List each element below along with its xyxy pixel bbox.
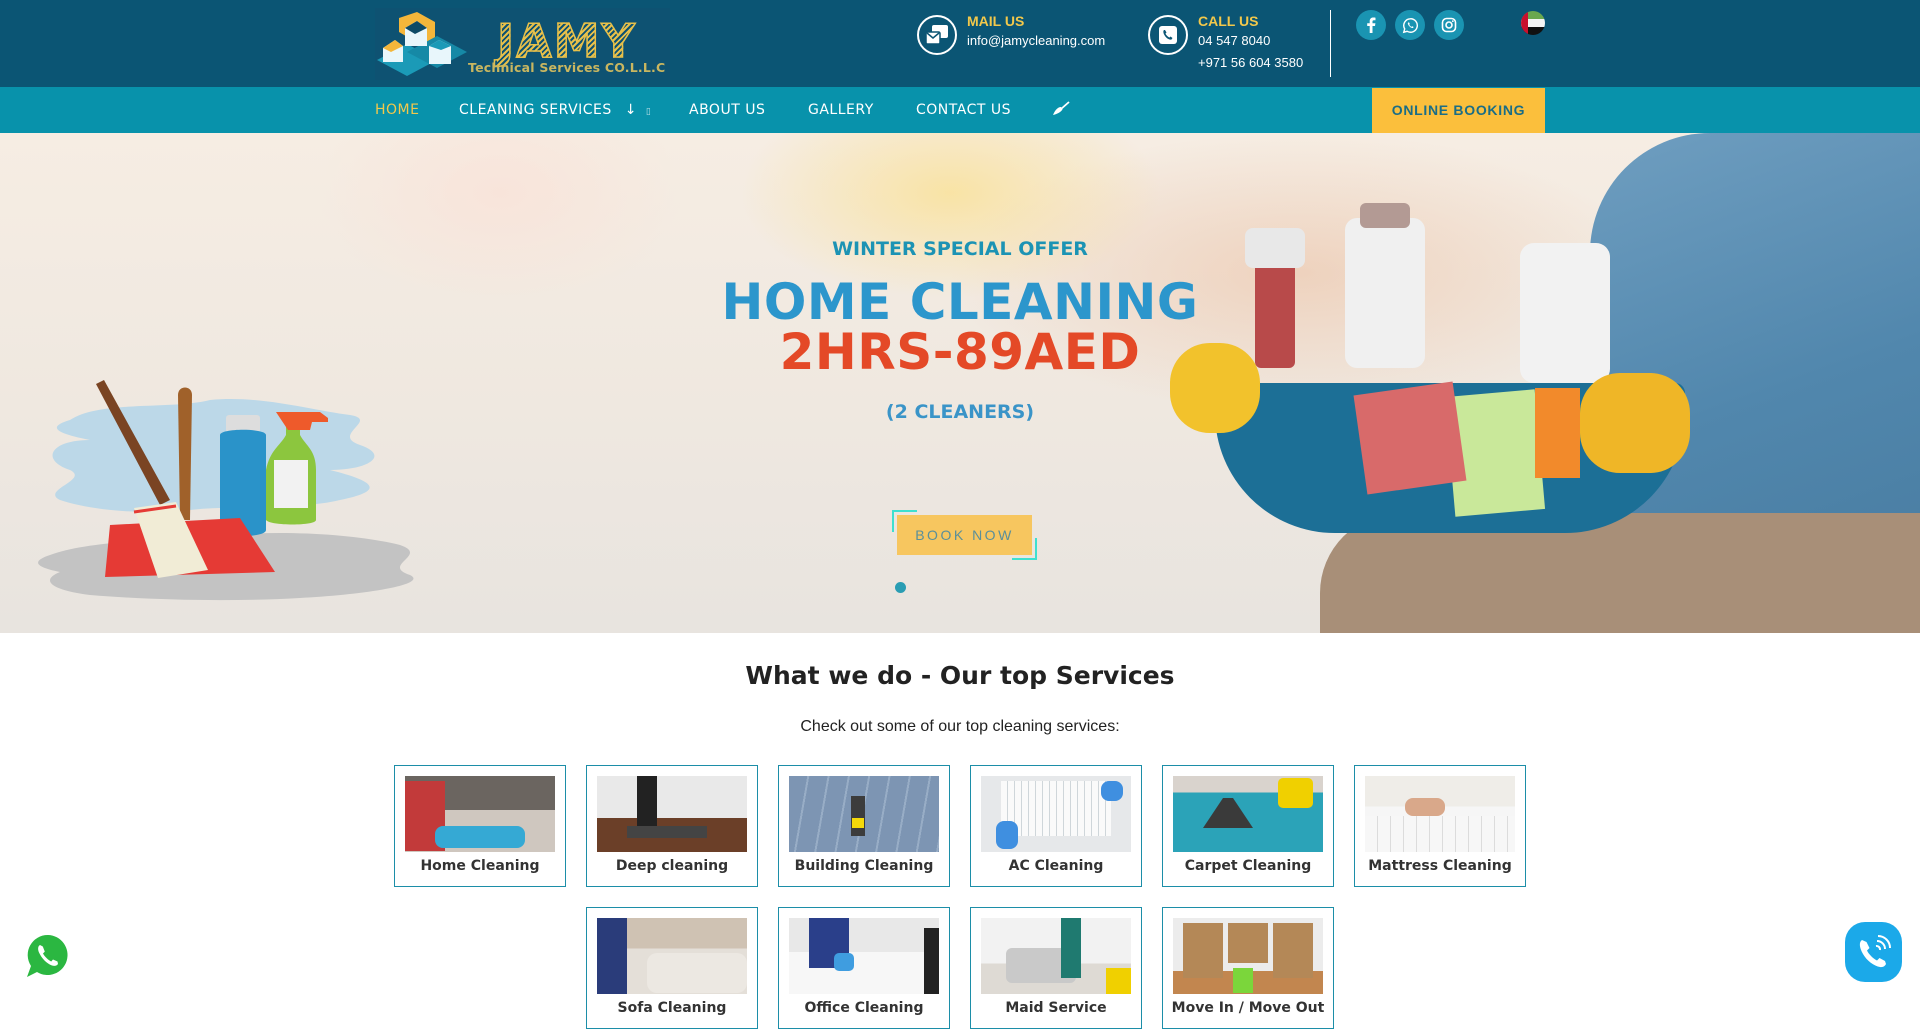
nav-gallery[interactable]: GALLERY — [808, 87, 874, 133]
service-label: Office Cleaning — [804, 1000, 924, 1016]
nav-contact-us[interactable]: CONTACT US — [916, 87, 1011, 133]
deep-cleaning-image — [597, 776, 747, 852]
broom-icon[interactable] — [1052, 101, 1070, 119]
whatsapp-float-button[interactable] — [25, 933, 71, 979]
nav-about-us[interactable]: ABOUT US — [689, 87, 765, 133]
service-label: Sofa Cleaning — [617, 1000, 727, 1016]
service-card-ac-cleaning[interactable]: AC Cleaning — [970, 765, 1142, 887]
service-label: Mattress Cleaning — [1368, 858, 1512, 874]
service-label: Carpet Cleaning — [1184, 858, 1312, 874]
hero-price: 2HRS-89AED — [779, 323, 1141, 381]
hero-photo-cleaning-basket — [1150, 133, 1920, 633]
mail-icon — [917, 15, 957, 55]
service-card-mattress-cleaning[interactable]: Mattress Cleaning — [1354, 765, 1526, 887]
mail-title: MAIL US — [967, 13, 1025, 29]
ac-cleaning-image — [981, 776, 1131, 852]
hero-note: (2 CLEANERS) — [885, 401, 1035, 423]
header-divider — [1330, 10, 1331, 77]
office-cleaning-image — [789, 918, 939, 994]
sofa-cleaning-image — [597, 918, 747, 994]
slider-dot-active[interactable] — [895, 582, 906, 593]
call-float-button[interactable] — [1845, 922, 1902, 982]
carpet-cleaning-image — [1173, 776, 1323, 852]
building-cleaning-image — [789, 776, 939, 852]
missing-glyph-icon: ▯ — [645, 107, 652, 117]
site-logo[interactable]: JAMY Technical Services CO.L.L.C — [375, 8, 670, 80]
houses-logo-icon — [377, 12, 467, 76]
services-subtitle: Check out some of our top cleaning servi… — [800, 718, 1120, 735]
service-label: AC Cleaning — [1008, 858, 1104, 874]
service-card-deep-cleaning[interactable]: Deep cleaning — [586, 765, 758, 887]
service-card-home-cleaning[interactable]: Home Cleaning — [394, 765, 566, 887]
main-nav: HOME CLEANING SERVICES ↓ ▯ ABOUT US GALL… — [0, 87, 1920, 133]
whatsapp-icon[interactable] — [1395, 10, 1425, 40]
phone-icon — [1148, 15, 1188, 55]
phone-link-1[interactable]: 04 547 8040 — [1198, 30, 1303, 52]
whatsapp-icon — [27, 934, 68, 977]
service-label: Move In / Move Out — [1171, 1000, 1325, 1016]
service-card-office-cleaning[interactable]: Office Cleaning — [778, 907, 950, 1029]
call-title: CALL US — [1198, 13, 1259, 29]
service-card-carpet-cleaning[interactable]: Carpet Cleaning — [1162, 765, 1334, 887]
hero-slider: WINTER SPECIAL OFFER HOME CLEANING 2HRS-… — [0, 133, 1920, 633]
phone-ringing-icon — [1859, 935, 1891, 968]
service-label: Home Cleaning — [420, 858, 540, 874]
brand-subtitle: Technical Services CO.L.L.C — [468, 60, 666, 75]
service-card-sofa-cleaning[interactable]: Sofa Cleaning — [586, 907, 758, 1029]
service-card-building-cleaning[interactable]: Building Cleaning — [778, 765, 950, 887]
nav-home[interactable]: HOME — [375, 87, 419, 133]
service-label: Deep cleaning — [615, 858, 729, 874]
service-label: Building Cleaning — [794, 858, 934, 874]
maid-service-image — [981, 918, 1131, 994]
moving-cleaning-image — [1173, 918, 1323, 994]
mail-contact: MAIL US info@jamycleaning.com — [917, 12, 1105, 55]
nav-cleaning-services-label: CLEANING SERVICES — [459, 102, 612, 118]
chevron-down-icon: ↓ — [624, 102, 637, 118]
nav-cleaning-services[interactable]: CLEANING SERVICES ↓ ▯ — [459, 87, 651, 133]
phone-link-2[interactable]: +971 56 604 3580 — [1198, 52, 1303, 74]
hero-offer-label: WINTER SPECIAL OFFER — [832, 238, 1088, 260]
online-booking-button[interactable]: ONLINE BOOKING — [1372, 88, 1545, 133]
service-label: Maid Service — [1005, 1000, 1107, 1016]
book-now-button[interactable]: BOOK NOW — [897, 515, 1032, 555]
instagram-icon[interactable] — [1434, 10, 1464, 40]
mattress-cleaning-image — [1365, 776, 1515, 852]
top-header: JAMY Technical Services CO.L.L.C MAIL US… — [0, 0, 1920, 87]
uae-flag-icon[interactable] — [1521, 11, 1545, 35]
services-title: What we do - Our top Services — [745, 661, 1175, 690]
call-contact: CALL US 04 547 8040 +971 56 604 3580 — [1148, 12, 1303, 74]
facebook-icon[interactable] — [1356, 10, 1386, 40]
home-cleaning-image — [405, 776, 555, 852]
service-card-move-in-out[interactable]: Move In / Move Out — [1162, 907, 1334, 1029]
service-card-maid-service[interactable]: Maid Service — [970, 907, 1142, 1029]
mail-email-link[interactable]: info@jamycleaning.com — [967, 30, 1105, 52]
